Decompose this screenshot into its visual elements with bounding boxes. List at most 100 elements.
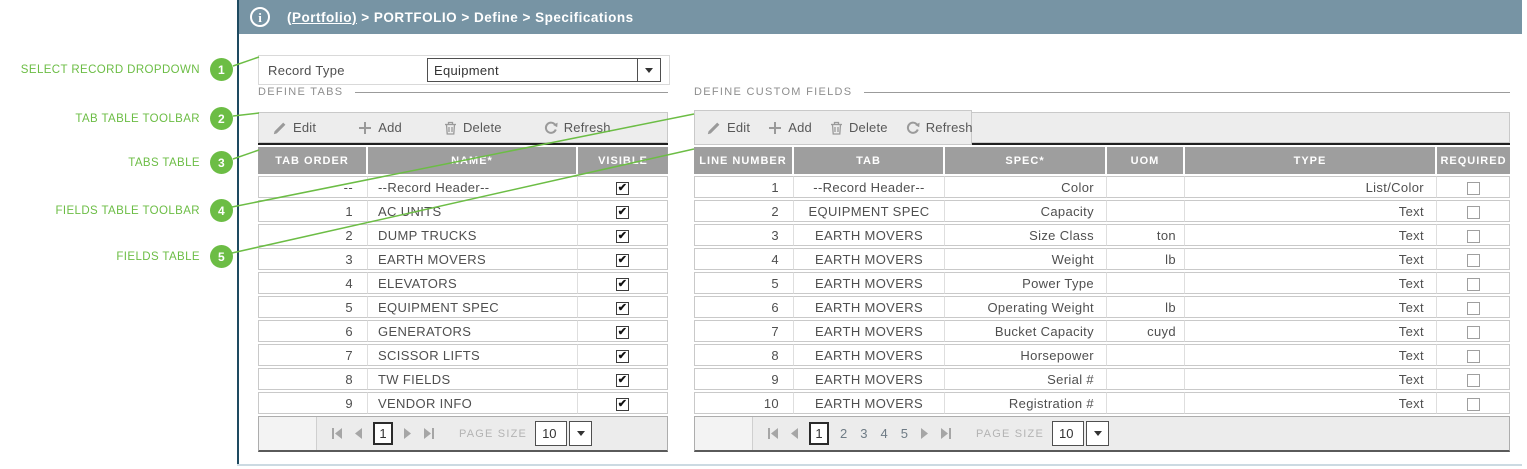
required-checkbox[interactable] — [1466, 349, 1480, 363]
fields-edit-button[interactable]: Edit — [707, 120, 750, 135]
table-row[interactable]: 1 --Record Header-- Color List/Color — [694, 176, 1510, 198]
table-row[interactable]: 4 ELEVATORS ✔ — [258, 272, 668, 294]
page-number[interactable]: 4 — [878, 426, 889, 441]
visible-checkbox[interactable]: ✔ — [616, 181, 629, 195]
table-row[interactable]: 8 TW FIELDS ✔ — [258, 368, 668, 390]
last-page-icon[interactable] — [422, 427, 435, 440]
col-uom[interactable]: UOM — [1107, 147, 1185, 174]
line-cell: 3 — [694, 224, 794, 246]
table-row[interactable]: 5 EARTH MOVERS Power Type Text — [694, 272, 1510, 294]
visible-checkbox[interactable]: ✔ — [616, 277, 629, 291]
table-row[interactable]: 6 GENERATORS ✔ — [258, 320, 668, 342]
required-checkbox[interactable] — [1466, 229, 1480, 243]
fields-delete-button[interactable]: Delete — [830, 120, 888, 135]
table-row[interactable]: 10 EARTH MOVERS Registration # Text — [694, 392, 1510, 414]
page-number[interactable]: 5 — [899, 426, 910, 441]
table-row[interactable]: 3 EARTH MOVERS ✔ — [258, 248, 668, 270]
info-icon[interactable]: i — [250, 7, 270, 27]
table-row[interactable]: -- --Record Header-- ✔ — [258, 176, 668, 198]
table-row[interactable]: 5 EQUIPMENT SPEC ✔ — [258, 296, 668, 318]
table-row[interactable]: 1 AC UNITS ✔ — [258, 200, 668, 222]
spec-cell: Capacity — [945, 200, 1107, 222]
table-row[interactable]: 3 EARTH MOVERS Size Class ton Text — [694, 224, 1510, 246]
visible-checkbox[interactable]: ✔ — [616, 253, 629, 267]
tabs-edit-button[interactable]: Edit — [273, 120, 316, 135]
col-type[interactable]: TYPE — [1185, 147, 1437, 174]
prev-page-icon[interactable] — [353, 427, 364, 440]
visible-checkbox[interactable]: ✔ — [616, 397, 629, 411]
fields-table: LINE NUMBER TAB SPEC* UOM TYPE REQUIRED … — [694, 145, 1510, 416]
first-page-icon[interactable] — [767, 427, 780, 440]
first-page-icon[interactable] — [331, 427, 344, 440]
current-page[interactable]: 1 — [809, 422, 829, 445]
table-row[interactable]: 8 EARTH MOVERS Horsepower Text — [694, 344, 1510, 366]
table-row[interactable]: 7 SCISSOR LIFTS ✔ — [258, 344, 668, 366]
required-checkbox[interactable] — [1466, 181, 1480, 195]
table-row[interactable]: 4 EARTH MOVERS Weight lb Text — [694, 248, 1510, 270]
visible-cell: ✔ — [578, 344, 668, 366]
tabs-refresh-button[interactable]: Refresh — [544, 120, 611, 135]
visible-checkbox[interactable]: ✔ — [616, 373, 629, 387]
col-visible[interactable]: VISIBLE — [578, 147, 668, 174]
page-size-value[interactable]: 10 — [1052, 421, 1084, 446]
visible-checkbox[interactable]: ✔ — [616, 325, 629, 339]
table-row[interactable]: 7 EARTH MOVERS Bucket Capacity cuyd Text — [694, 320, 1510, 342]
tabs-add-button[interactable]: Add — [358, 120, 402, 135]
page-number[interactable]: 2 — [838, 426, 849, 441]
required-checkbox[interactable] — [1466, 325, 1480, 339]
current-page[interactable]: 1 — [373, 422, 393, 445]
chevron-down-icon — [1093, 431, 1102, 436]
required-cell — [1437, 176, 1510, 198]
col-name[interactable]: NAME* — [368, 147, 578, 174]
refresh-icon — [544, 121, 558, 135]
table-row[interactable]: 9 EARTH MOVERS Serial # Text — [694, 368, 1510, 390]
annotation-label: TABS TABLE — [128, 156, 200, 169]
col-tab[interactable]: TAB — [794, 147, 945, 174]
required-checkbox[interactable] — [1466, 253, 1480, 267]
uom-cell — [1107, 176, 1185, 198]
required-checkbox[interactable] — [1466, 397, 1480, 411]
col-line-number[interactable]: LINE NUMBER — [694, 147, 794, 174]
visible-checkbox[interactable]: ✔ — [616, 205, 629, 219]
col-spec[interactable]: SPEC* — [945, 147, 1107, 174]
visible-checkbox[interactable]: ✔ — [616, 349, 629, 363]
trash-icon — [444, 121, 457, 135]
edit-label: Edit — [293, 120, 317, 135]
type-cell: List/Color — [1185, 176, 1437, 198]
page-size-dropdown-button[interactable] — [569, 421, 593, 446]
record-type-dropdown-button[interactable] — [637, 59, 660, 81]
visible-checkbox[interactable]: ✔ — [616, 229, 629, 243]
divider — [355, 91, 668, 93]
table-row[interactable]: 2 EQUIPMENT SPEC Capacity Text — [694, 200, 1510, 222]
next-page-icon[interactable] — [919, 427, 930, 440]
last-page-icon[interactable] — [939, 427, 952, 440]
line-cell: 2 — [694, 200, 794, 222]
type-cell: Text — [1185, 296, 1437, 318]
table-row[interactable]: 2 DUMP TRUCKS ✔ — [258, 224, 668, 246]
table-row[interactable]: 9 VENDOR INFO ✔ — [258, 392, 668, 414]
page-size-value[interactable]: 10 — [535, 421, 568, 446]
visible-cell: ✔ — [578, 200, 668, 222]
required-checkbox[interactable] — [1466, 373, 1480, 387]
visible-cell: ✔ — [578, 248, 668, 270]
visible-checkbox[interactable]: ✔ — [616, 301, 629, 315]
breadcrumb-portfolio-link[interactable]: (Portfolio) — [287, 10, 357, 25]
required-cell — [1437, 392, 1510, 414]
annotation-label: SELECT RECORD DROPDOWN — [20, 63, 200, 76]
record-type-dropdown[interactable]: Equipment — [427, 58, 661, 82]
required-checkbox[interactable] — [1466, 277, 1480, 291]
page-size-dropdown-button[interactable] — [1086, 421, 1109, 446]
tabs-table-header-row: TAB ORDER NAME* VISIBLE — [258, 147, 668, 174]
fields-add-button[interactable]: Add — [768, 120, 812, 135]
col-required[interactable]: REQUIRED — [1437, 147, 1510, 174]
required-checkbox[interactable] — [1466, 301, 1480, 315]
col-tab-order[interactable]: TAB ORDER — [258, 147, 368, 174]
page-number[interactable]: 3 — [858, 426, 869, 441]
next-page-icon[interactable] — [402, 427, 413, 440]
prev-page-icon[interactable] — [789, 427, 800, 440]
required-checkbox[interactable] — [1466, 205, 1480, 219]
table-row[interactable]: 6 EARTH MOVERS Operating Weight lb Text — [694, 296, 1510, 318]
chevron-down-icon — [576, 431, 585, 436]
fields-refresh-button[interactable]: Refresh — [906, 120, 973, 135]
tabs-delete-button[interactable]: Delete — [444, 120, 502, 135]
